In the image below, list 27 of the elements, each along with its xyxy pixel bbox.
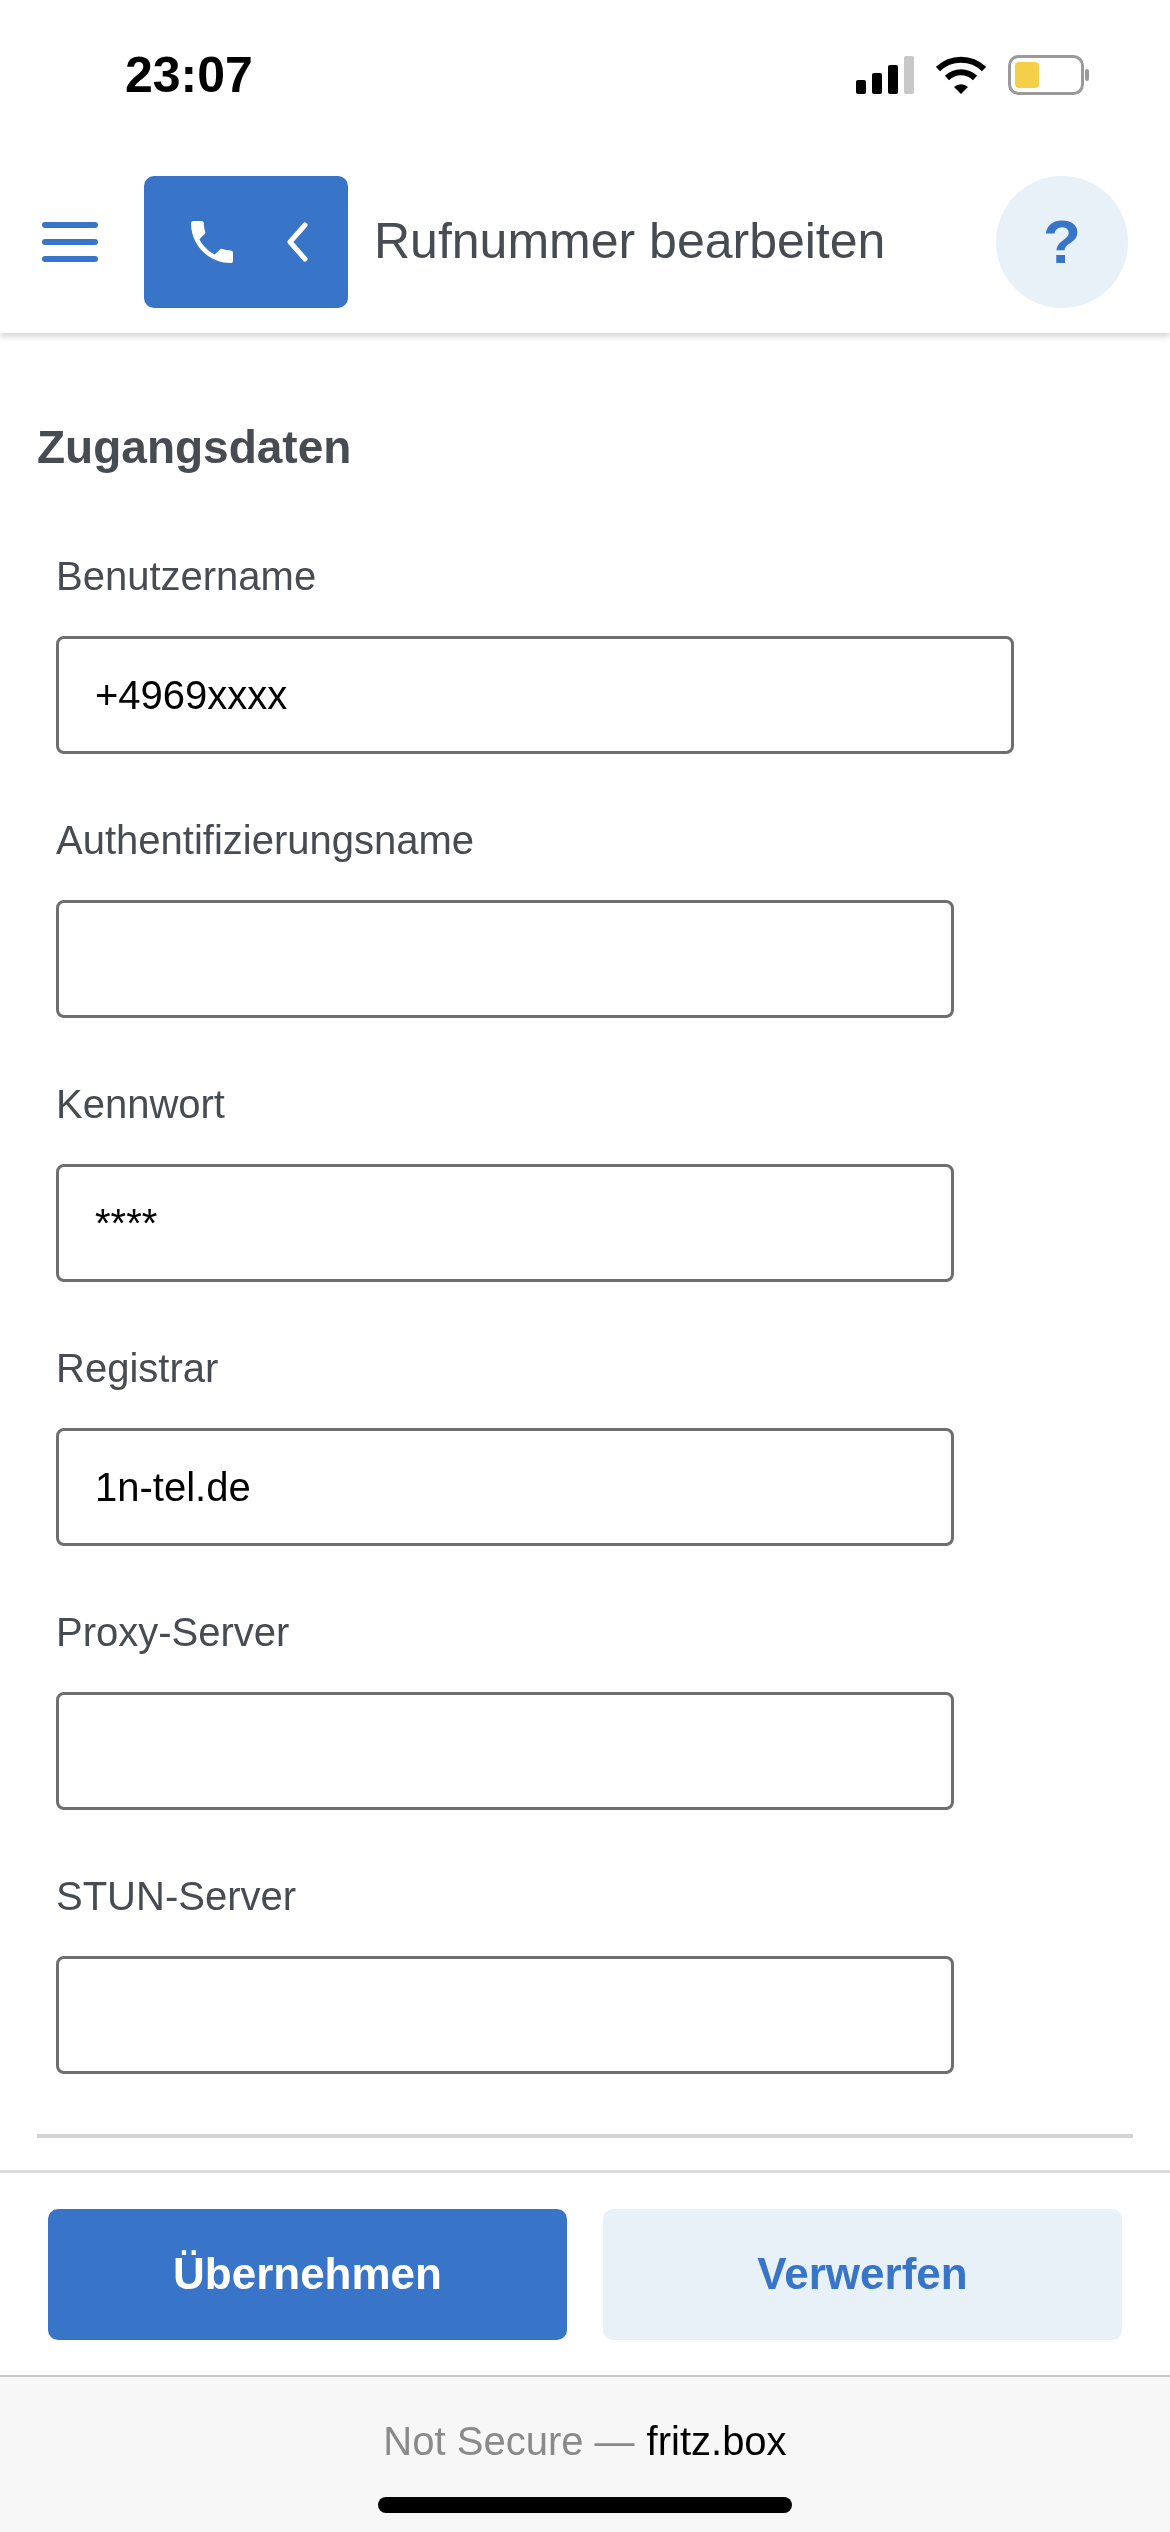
security-label: Not Secure —	[383, 2418, 635, 2465]
input-field[interactable]	[56, 1956, 954, 2074]
field-label: STUN-Server	[56, 1873, 298, 1920]
battery-icon	[1008, 55, 1090, 95]
input-field[interactable]: 1n-tel.de	[56, 1428, 954, 1546]
phone-back-button[interactable]	[144, 175, 348, 308]
field-label: Benutzername	[56, 553, 318, 600]
menu-button[interactable]	[42, 219, 98, 264]
input-field[interactable]: +4969xxxx	[56, 636, 1014, 754]
help-button[interactable]: ?	[996, 175, 1128, 308]
url-domain[interactable]: fritz.box	[646, 2411, 787, 2471]
signal-icon	[856, 56, 914, 94]
apply-button[interactable]: Übernehmen	[48, 2208, 567, 2340]
input-field[interactable]	[56, 1692, 954, 1810]
status-time: 23:07	[125, 45, 253, 105]
chevron-left-icon	[286, 221, 308, 262]
field-label: Proxy-Server	[56, 1609, 291, 1656]
page-title: Rufnummer bearbeiten	[374, 212, 887, 271]
discard-button[interactable]: Verwerfen	[603, 2208, 1122, 2340]
wifi-icon	[936, 56, 986, 94]
field-label: Registrar	[56, 1345, 220, 1392]
input-field[interactable]	[56, 900, 954, 1018]
field-label: Authentifizierungsname	[56, 817, 476, 864]
menu-icon	[42, 221, 98, 262]
input-field[interactable]: ****	[56, 1164, 954, 1282]
section-title: Zugangsdaten	[37, 420, 353, 475]
field-label: Kennwort	[56, 1081, 226, 1128]
